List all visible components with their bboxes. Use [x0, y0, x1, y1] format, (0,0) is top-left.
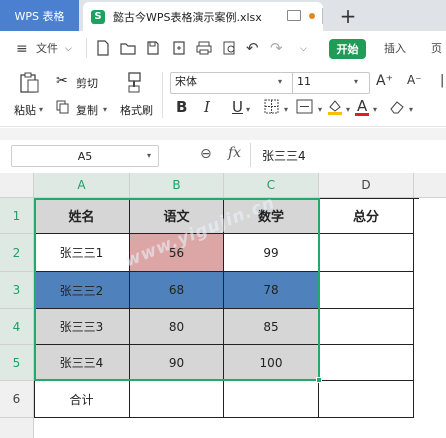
zoom-icon[interactable]: ⊖: [200, 146, 212, 162]
font-size-chevron-icon[interactable]: ▾: [354, 77, 358, 86]
cut-button[interactable]: 剪切: [76, 75, 98, 91]
formula-input[interactable]: 张三三4: [262, 146, 442, 166]
column-header-c[interactable]: C: [224, 173, 319, 198]
increase-font-icon[interactable]: A⁺: [376, 73, 393, 89]
paste-chevron-icon[interactable]: ▾: [39, 105, 43, 114]
column-header-b[interactable]: B: [130, 173, 224, 198]
row-header-1[interactable]: 1: [0, 198, 34, 234]
cut-icon[interactable]: ✂: [56, 73, 68, 89]
cell-a6[interactable]: 合计: [34, 381, 130, 418]
open-folder-icon[interactable]: [120, 40, 136, 56]
font-name-value: 宋体: [175, 75, 197, 88]
new-file-icon[interactable]: [96, 40, 110, 56]
underline-button[interactable]: U: [232, 98, 243, 116]
cell-d5[interactable]: [319, 345, 414, 381]
merge-chevron-icon[interactable]: ▾: [318, 105, 322, 114]
new-tab-button[interactable]: +: [336, 2, 360, 29]
undo-icon[interactable]: ↶: [246, 40, 259, 56]
column-header-a[interactable]: A: [34, 173, 130, 198]
paste-icon[interactable]: [19, 71, 41, 95]
chevron-down-icon[interactable]: ⌵: [65, 41, 72, 57]
row-header-7[interactable]: [0, 418, 34, 438]
cell-d1[interactable]: 总分: [319, 198, 414, 234]
decrease-font-icon[interactable]: A⁻: [407, 73, 422, 87]
row-header-4[interactable]: 4: [0, 309, 34, 345]
italic-button[interactable]: I: [204, 98, 210, 116]
hamburger-menu-icon[interactable]: ≡: [16, 41, 28, 57]
document-title: 懿古今WPS表格演示案例.xlsx: [113, 10, 262, 24]
row-header-2[interactable]: 2: [0, 234, 34, 272]
borders-icon[interactable]: [264, 99, 280, 115]
tab-document[interactable]: S 懿古今WPS表格演示案例.xlsx: [83, 2, 323, 31]
unsaved-dot-icon: [309, 13, 315, 19]
ribbon-overflow-icon[interactable]: |: [440, 73, 444, 88]
borders-chevron-icon[interactable]: ▾: [284, 105, 288, 114]
select-all-corner[interactable]: [0, 173, 34, 198]
name-box-value: A5: [77, 149, 93, 163]
save-icon[interactable]: [146, 40, 160, 56]
tab-insert[interactable]: 插入: [384, 41, 406, 57]
font-name-chevron-icon[interactable]: ▾: [278, 77, 282, 86]
tab-page-layout[interactable]: 页: [431, 41, 442, 57]
column-header-e[interactable]: [414, 173, 446, 198]
tab-divider: [322, 8, 323, 24]
font-size-select[interactable]: 11: [292, 72, 370, 94]
paste-label[interactable]: 粘贴: [14, 102, 36, 118]
eraser-icon[interactable]: [388, 99, 406, 115]
cell-d2[interactable]: [319, 234, 414, 272]
font-size-value: 11: [297, 75, 311, 88]
merge-cells-icon[interactable]: [296, 98, 314, 116]
export-icon[interactable]: [172, 40, 186, 56]
copy-icon[interactable]: [56, 100, 70, 114]
font-color-swatch: [355, 113, 369, 116]
cell-d6[interactable]: [319, 381, 414, 418]
underline-chevron-icon[interactable]: ▾: [246, 105, 250, 114]
format-painter-icon[interactable]: [125, 71, 145, 95]
tab-wps-app[interactable]: WPS 表格: [0, 0, 79, 31]
format-painter-label[interactable]: 格式刷: [120, 102, 153, 118]
bold-button[interactable]: B: [176, 98, 187, 116]
ribbon-divider: [162, 72, 163, 118]
row-header-6[interactable]: 6: [0, 381, 34, 418]
column-header-d[interactable]: D: [319, 173, 414, 198]
fill-handle[interactable]: [316, 377, 322, 383]
font-color-chevron-icon[interactable]: ▾: [373, 105, 377, 114]
print-icon[interactable]: [196, 40, 212, 56]
cell-d4[interactable]: [319, 309, 414, 345]
selection-range: [34, 198, 320, 381]
spreadsheet-icon: S: [91, 9, 105, 24]
cell-b6[interactable]: [130, 381, 224, 418]
font-name-select[interactable]: 宋体: [170, 72, 294, 94]
eraser-chevron-icon[interactable]: ▾: [409, 105, 413, 114]
file-menu[interactable]: 文件: [36, 41, 58, 57]
row-header-5[interactable]: 5: [0, 345, 34, 381]
quick-access-chevron-icon[interactable]: ⌵: [300, 41, 307, 57]
redo-icon[interactable]: ↷: [270, 40, 283, 56]
name-box[interactable]: A5: [11, 145, 159, 167]
tab-start[interactable]: 开始: [329, 39, 366, 59]
row-header-3[interactable]: 3: [0, 272, 34, 309]
function-icon[interactable]: fx: [228, 145, 241, 161]
menu-divider: [86, 38, 87, 58]
print-preview-icon[interactable]: [222, 40, 238, 56]
fill-color-chevron-icon[interactable]: ▾: [346, 105, 350, 114]
cell-d3[interactable]: [319, 272, 414, 309]
monitor-icon[interactable]: [287, 10, 301, 21]
formula-bar-divider: [250, 143, 251, 167]
cell-c6[interactable]: [224, 381, 319, 418]
copy-button[interactable]: 复制: [76, 102, 98, 118]
copy-chevron-icon[interactable]: ▾: [103, 105, 107, 114]
fill-color-icon[interactable]: [326, 98, 344, 116]
formula-bar-gap: [0, 128, 446, 140]
name-box-chevron-icon[interactable]: ▾: [147, 151, 151, 160]
